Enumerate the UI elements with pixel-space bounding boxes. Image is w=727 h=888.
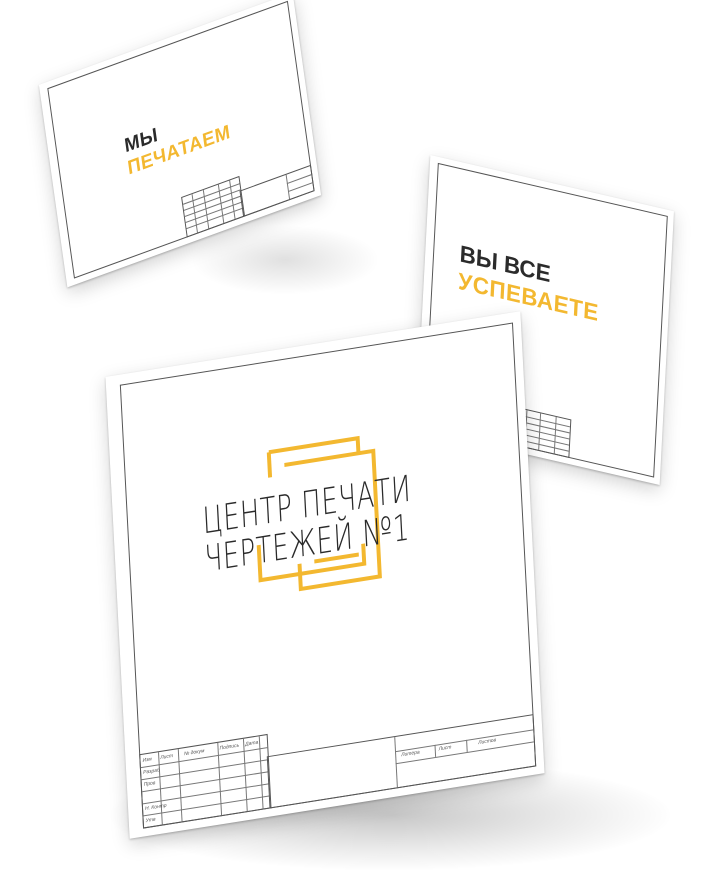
stamp-label: Подпись (219, 742, 240, 752)
stamp-label: Литера (401, 749, 420, 759)
stamp-label: Дата (245, 739, 259, 748)
stamp-label: Н. Контр (144, 802, 167, 813)
paper-sheet-main: ЦЕНТР ПЕЧАТИ ЧЕРТЕЖЕЙ №1 Изм Лист № доку… (105, 311, 545, 839)
stamp-label: Изм (142, 756, 152, 764)
stamp-label: Пров (143, 780, 156, 788)
stamp-label: № докум (183, 748, 205, 758)
stamp-label: Лист (438, 744, 452, 753)
sheet1-shadow (190, 225, 380, 295)
stamp-label: Утв (145, 816, 156, 825)
stamp-label: Лист (160, 752, 174, 762)
stamp-label: Листов (478, 737, 497, 747)
stamp-label: Разраб (143, 767, 160, 776)
